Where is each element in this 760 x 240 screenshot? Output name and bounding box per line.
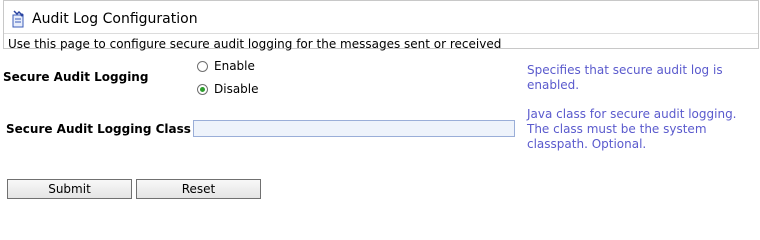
secure-audit-logging-class-help: Java class for secure audit logging. The… [527,107,737,151]
page-description: Use this page to configure secure audit … [8,37,502,51]
disable-radio[interactable] [197,83,208,95]
enable-radio-label: Enable [214,59,255,73]
page-title: Audit Log Configuration [32,11,198,27]
reset-button[interactable]: Reset [136,179,261,199]
disable-radio-label: Disable [214,82,259,96]
secure-audit-logging-help: Specifies that secure audit log is enabl… [527,63,723,92]
disable-radio-option[interactable]: Disable [197,82,259,96]
page-title-row: Audit Log Configuration [10,8,198,30]
header-divider [4,33,758,34]
configuration-icon [10,10,26,28]
submit-button[interactable]: Submit [7,179,132,199]
secure-audit-logging-class-label: Secure Audit Logging Class [6,122,191,136]
page-header: Audit Log Configuration Use this page to… [3,0,759,51]
enable-radio-option[interactable]: Enable [197,59,255,73]
secure-audit-logging-label: Secure Audit Logging [3,70,149,84]
secure-audit-logging-class-input[interactable] [193,120,515,137]
enable-radio[interactable] [197,60,208,72]
audit-log-configuration-page: Audit Log Configuration Use this page to… [0,0,760,204]
